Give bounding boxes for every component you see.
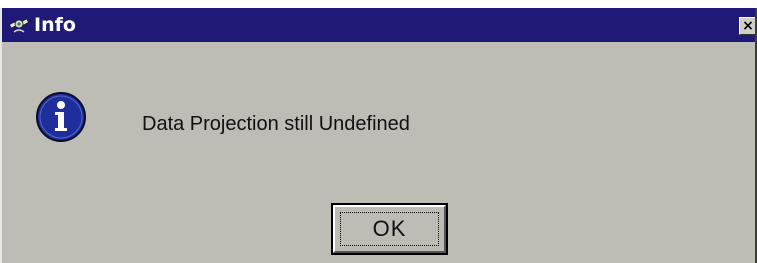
info-dialog-window: Info × Data Projection still Undefined O… (0, 8, 757, 263)
ok-button-label: OK (372, 216, 407, 241)
close-button[interactable]: × (739, 17, 755, 35)
close-icon: × (742, 18, 754, 34)
ok-focus-ring: OK (340, 212, 439, 246)
title-bar[interactable]: Info × (2, 8, 755, 42)
satellite-icon (8, 14, 30, 36)
window-title: Info (34, 14, 76, 36)
info-icon (35, 91, 87, 143)
ok-button[interactable]: OK (331, 203, 448, 255)
dialog-message: Data Projection still Undefined (142, 113, 410, 135)
